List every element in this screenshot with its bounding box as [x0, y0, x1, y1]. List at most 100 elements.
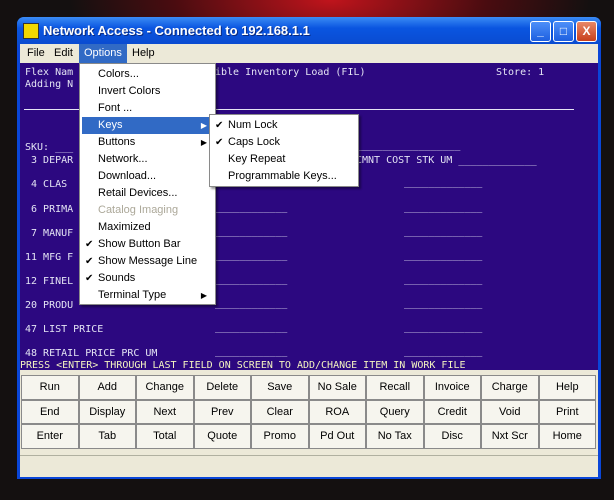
input-field[interactable]: _____________ [404, 298, 482, 309]
button-recall[interactable]: Recall [366, 375, 424, 400]
button-roa[interactable]: ROA [308, 399, 366, 424]
app-icon [23, 23, 39, 39]
input-field[interactable]: ____________ [215, 250, 287, 261]
menu-item-label: Invert Colors [98, 85, 161, 97]
input-field[interactable]: _____________ [404, 177, 482, 188]
input-field[interactable]: ____________ [215, 202, 287, 213]
menu-options[interactable]: Options [79, 44, 127, 63]
button-save[interactable]: Save [251, 375, 309, 400]
button-print[interactable]: Print [538, 399, 596, 424]
button-pd-out[interactable]: Pd Out [308, 424, 366, 449]
menu-item-key-repeat[interactable]: Key Repeat [212, 151, 356, 168]
check-icon: ✔ [215, 137, 224, 148]
menu-item-label: Maximized [98, 221, 151, 233]
button-enter[interactable]: Enter [21, 424, 79, 449]
input-field[interactable]: _____________ [404, 274, 482, 285]
sku-field[interactable]: _________________ [358, 140, 460, 151]
input-field[interactable]: ____________ [215, 298, 287, 309]
button-clear[interactable]: Clear [251, 399, 309, 424]
menu-item-terminal-type[interactable]: Terminal Type ▶ [82, 287, 213, 304]
menu-item-caps-lock[interactable]: Caps Lock ✔ [212, 134, 356, 151]
maximize-button[interactable]: □ [553, 21, 574, 42]
menu-item-label: Download... [98, 170, 157, 182]
menu-item-label: Programmable Keys... [228, 170, 337, 182]
options-menu: Colors... Invert Colors Font ... Keys ▶ Butto… [79, 63, 216, 305]
button-invoice[interactable]: Invoice [423, 375, 481, 400]
menu-item-network[interactable]: Network... [82, 151, 213, 168]
input-field[interactable]: _____________ [404, 346, 482, 357]
status-bar [20, 455, 598, 477]
input-field[interactable]: ____________ [215, 346, 287, 357]
menu-item-label: Font ... [98, 102, 133, 114]
menu-item-label: Terminal Type [98, 289, 167, 301]
button-home[interactable]: Home [538, 424, 596, 449]
input-field[interactable]: _____________ [404, 322, 482, 333]
input-field[interactable]: _____________ [404, 226, 482, 237]
button-no-sale[interactable]: No Sale [308, 375, 366, 400]
button-change[interactable]: Change [136, 375, 194, 400]
button-next[interactable]: Next [136, 399, 194, 424]
button-bar: Run Add Change Delete Save No Sale Recall Invoi… [20, 370, 598, 455]
field-label: 4 CLAS [25, 179, 68, 190]
menu-item-num-lock[interactable]: Num Lock ✔ [212, 117, 356, 134]
button-help[interactable]: Help [538, 375, 596, 400]
menu-file[interactable]: File [22, 44, 50, 63]
submenu-arrow-icon: ▶ [200, 121, 207, 130]
check-icon: ✔ [215, 120, 224, 131]
button-end[interactable]: End [21, 399, 79, 424]
button-no-tax[interactable]: No Tax [366, 424, 424, 449]
menu-item-colors[interactable]: Colors... [82, 66, 213, 83]
button-quote[interactable]: Quote [193, 424, 251, 449]
button-charge[interactable]: Charge [481, 375, 539, 400]
button-display[interactable]: Display [78, 399, 136, 424]
minimize-button[interactable]: _ [530, 21, 551, 42]
menu-item-sounds[interactable]: Sounds ✔ [82, 270, 213, 287]
button-total[interactable]: Total [136, 424, 194, 449]
close-button[interactable]: X [576, 21, 597, 42]
field-label: 11 MFG F [25, 252, 74, 263]
menu-item-label: Retail Devices... [98, 187, 178, 199]
check-icon: ✔ [85, 256, 94, 267]
button-nxt-scr[interactable]: Nxt Scr [481, 424, 539, 449]
menu-item-label: Network... [98, 153, 148, 165]
button-promo[interactable]: Promo [251, 424, 309, 449]
input-field[interactable]: _____________ [404, 202, 482, 213]
menu-bar: File Edit Options Help [20, 44, 598, 63]
menu-item-retail-devices[interactable]: Retail Devices... [82, 185, 213, 202]
button-void[interactable]: Void [481, 399, 539, 424]
submenu-arrow-icon: ▶ [200, 291, 207, 300]
menu-item-programmable-keys[interactable]: Programmable Keys... [212, 168, 356, 185]
menu-item-label: Show Button Bar [98, 238, 181, 250]
field-label: CMNT COST STK UM _____________ [356, 155, 537, 166]
button-tab[interactable]: Tab [78, 424, 136, 449]
button-credit[interactable]: Credit [423, 399, 481, 424]
field-label: 6 PRIMA [25, 204, 74, 215]
input-field[interactable]: _____________ [404, 250, 482, 261]
button-disc[interactable]: Disc [423, 424, 481, 449]
button-query[interactable]: Query [366, 399, 424, 424]
menu-item-font[interactable]: Font ... [82, 100, 213, 117]
menu-item-label: Buttons [98, 136, 136, 148]
menu-item-show-message-line[interactable]: Show Message Line ✔ [82, 253, 213, 270]
window-title: Network Access - Connected to 192.168.1.… [43, 23, 310, 38]
input-field[interactable]: ____________ [215, 274, 287, 285]
field-label: 7 MANUF [25, 228, 74, 239]
sku-label: SKU: ___ [25, 142, 74, 153]
button-add[interactable]: Add [78, 375, 136, 400]
menu-item-buttons[interactable]: Buttons ▶ [82, 134, 213, 151]
menu-item-keys[interactable]: Keys ▶ [82, 117, 213, 134]
title-bar[interactable]: Network Access - Connected to 192.168.1.… [17, 17, 601, 45]
menu-edit[interactable]: Edit [49, 44, 78, 63]
input-field[interactable]: ____________ [215, 322, 287, 333]
menu-item-maximized[interactable]: Maximized [82, 219, 213, 236]
button-run[interactable]: Run [21, 375, 79, 400]
button-prev[interactable]: Prev [193, 399, 251, 424]
button-delete[interactable]: Delete [193, 375, 251, 400]
input-field[interactable]: ____________ [215, 226, 287, 237]
menu-item-show-button-bar[interactable]: Show Button Bar ✔ [82, 236, 213, 253]
menu-item-download[interactable]: Download... [82, 168, 213, 185]
menu-item-label: Keys [98, 119, 123, 131]
submenu-arrow-icon: ▶ [200, 138, 207, 147]
menu-item-invert-colors[interactable]: Invert Colors [82, 83, 213, 100]
menu-help[interactable]: Help [127, 44, 160, 63]
